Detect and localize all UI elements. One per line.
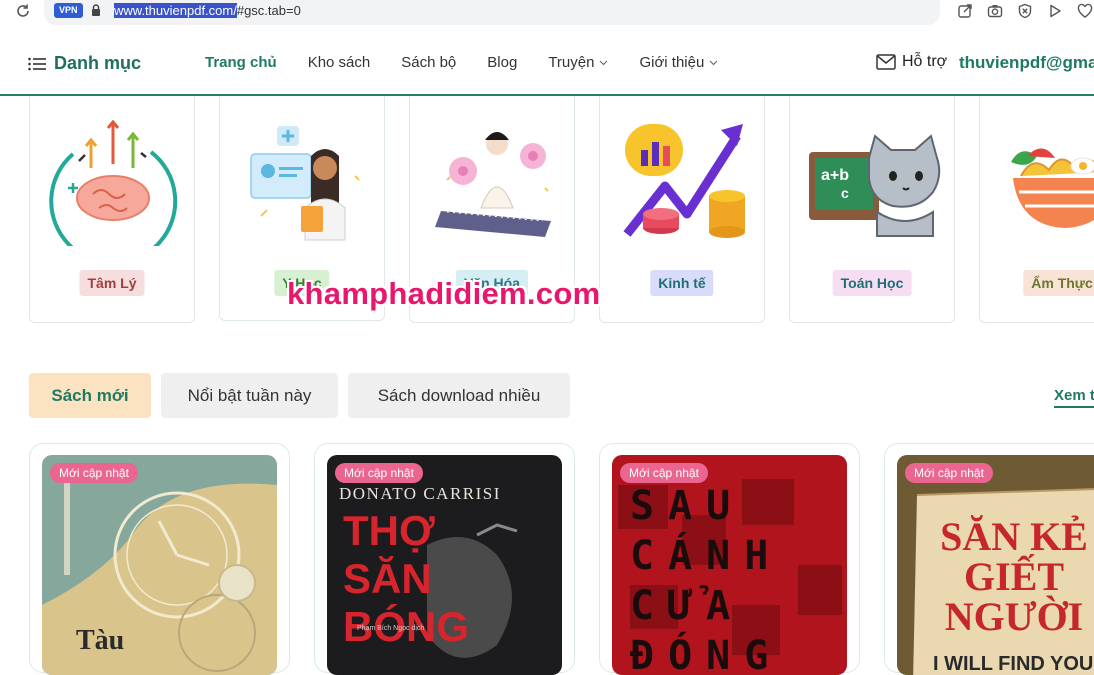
category-card-toan-hoc[interactable]: a+b c Toán Học	[789, 96, 955, 323]
mail-icon	[876, 54, 896, 70]
tab-new-books-label: Sách mới	[51, 385, 129, 405]
food-bowl-icon	[1011, 148, 1094, 228]
menu-list-icon	[28, 57, 46, 70]
tab-new-books[interactable]: Sách mới	[29, 373, 151, 418]
category-menu-button[interactable]: Danh mục	[28, 53, 141, 74]
category-label: Ẩm Thực	[1023, 270, 1094, 296]
menu-label: Danh mục	[54, 53, 142, 73]
tab-weekly-featured-label: Nổi bật tuần này	[187, 385, 312, 405]
book-title-text: Tàu	[76, 625, 125, 656]
url-selected: www.thuvienpdf.com/	[114, 3, 237, 18]
book-translator-text: Phạm Bích Ngọc dịch	[357, 625, 425, 632]
math-cat-icon: a+b c	[809, 134, 941, 237]
brain-icon	[49, 119, 178, 246]
tab-most-downloaded-label: Sách download nhiều	[377, 385, 541, 405]
book-cover[interactable]: Mới cập nhật Tàu	[42, 455, 277, 675]
site-header: Danh mục Trang chủ Kho sách Sách bộ Blog…	[0, 33, 1094, 96]
category-card-am-thuc[interactable]: Ẩm Thực	[979, 96, 1094, 323]
doctor-icon	[250, 126, 360, 241]
play-icon[interactable]	[1046, 2, 1064, 20]
nav-blog-label: Blog	[487, 54, 518, 71]
nav-about[interactable]: Giới thiệu	[639, 54, 718, 71]
tab-weekly-featured[interactable]: Nổi bật tuần này	[161, 373, 338, 418]
new-update-badge: Mới cập nhật	[905, 463, 993, 483]
vpn-badge[interactable]: VPN	[54, 3, 83, 18]
nav-book-store-label: Kho sách	[307, 54, 371, 71]
heart-icon[interactable]	[1076, 2, 1094, 20]
nav-about-label: Giới thiệu	[639, 54, 705, 71]
reload-icon[interactable]	[14, 3, 32, 21]
nav-book-store[interactable]: Kho sách	[308, 54, 371, 71]
category-label: Tâm Lý	[79, 270, 145, 296]
tab-most-downloaded[interactable]: Sách download nhiều	[348, 373, 570, 418]
nav-blog[interactable]: Blog	[487, 54, 517, 71]
lock-icon[interactable]	[89, 3, 103, 17]
category-label: Toán Học	[832, 270, 912, 296]
new-update-badge: Mới cập nhật	[335, 463, 423, 483]
culture-icon	[435, 132, 551, 237]
support-label: Hỗ trợ	[902, 53, 948, 70]
book-title-text: SĂN KẺ GIẾT NGƯỜI	[940, 514, 1088, 639]
camera-icon[interactable]	[986, 2, 1004, 20]
new-update-badge: Mới cập nhật	[620, 463, 708, 483]
book-cover[interactable]: Mới cập nhật DONATO CARRISI THỢ SĂN BÓNG…	[327, 455, 562, 675]
svg-text:a+b: a+b	[821, 167, 849, 184]
chevron-down-icon	[600, 60, 608, 65]
nav-book-series[interactable]: Sách bộ	[401, 54, 456, 71]
support-link[interactable]: Hỗ trợ	[876, 53, 947, 71]
nav-home[interactable]: Trang chủ	[205, 54, 277, 71]
see-all-link[interactable]: Xem t	[1054, 387, 1094, 408]
url-fragment: #gsc.tab=0	[236, 3, 301, 18]
category-card-kinh-te[interactable]: Kinh tế	[599, 96, 765, 323]
book-card[interactable]: Mới cập nhật SAU CÁNH CỬA ĐÓNG	[599, 443, 860, 675]
share-icon[interactable]	[956, 2, 974, 20]
nav-home-label: Trang chủ	[205, 54, 277, 71]
new-update-badge: Mới cập nhật	[50, 463, 138, 483]
watermark-text: khamphadidiem.com	[287, 276, 601, 311]
nav-stories[interactable]: Truyện	[548, 54, 608, 71]
book-cover[interactable]: Mới cập nhật SĂN KẺ GIẾT NGƯỜI I WILL FI…	[897, 455, 1094, 675]
book-card[interactable]: Mới cập nhật Tàu	[29, 443, 290, 675]
browser-toolbar: VPN www.thuvienpdf.com/#gsc.tab=0	[0, 0, 1094, 26]
nav-stories-label: Truyện	[548, 54, 595, 71]
finance-icon	[623, 124, 745, 238]
book-cover[interactable]: Mới cập nhật SAU CÁNH CỬA ĐÓNG	[612, 455, 847, 675]
main-nav: Trang chủ Kho sách Sách bộ Blog Truyện G…	[205, 54, 749, 71]
url-text[interactable]: www.thuvienpdf.com/#gsc.tab=0	[114, 3, 301, 19]
book-tagline-text: I WILL FIND YOU	[933, 653, 1094, 675]
book-card[interactable]: Mới cập nhật SĂN KẺ GIẾT NGƯỜI I WILL FI…	[884, 443, 1094, 675]
address-bar[interactable]: VPN www.thuvienpdf.com/#gsc.tab=0	[44, 0, 940, 25]
nav-book-series-label: Sách bộ	[401, 54, 457, 71]
category-card-tam-ly[interactable]: Tâm Lý	[29, 96, 195, 323]
contact-email[interactable]: thuvienpdf@gma	[959, 53, 1094, 73]
category-label: Kinh tế	[650, 270, 714, 296]
book-card[interactable]: Mới cập nhật DONATO CARRISI THỢ SĂN BÓNG…	[314, 443, 575, 675]
book-title-text: SAU CÁNH CỬA ĐÓNG	[630, 483, 783, 675]
shield-icon[interactable]	[1016, 2, 1034, 20]
svg-text:c: c	[841, 185, 849, 201]
chevron-down-icon	[709, 60, 718, 65]
